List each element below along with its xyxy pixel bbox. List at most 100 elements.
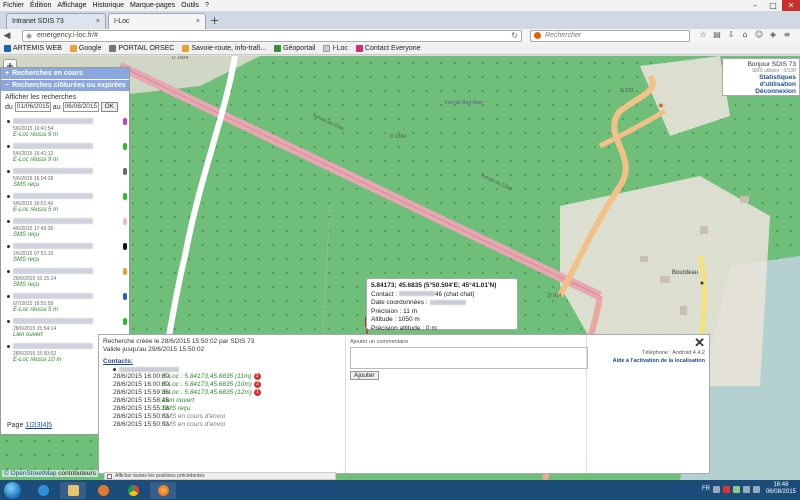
- position-badge[interactable]: 2: [253, 381, 261, 388]
- taskbar-explorer[interactable]: [60, 482, 86, 499]
- result-color-dot: [123, 268, 127, 275]
- help-link[interactable]: Aide à l'activation de la localisation: [593, 357, 705, 365]
- bookmark-portail-orsec[interactable]: PORTAIL ORSEC: [109, 45, 174, 52]
- bookmark-savoie-route[interactable]: Savoie-route, info-trafi...: [182, 45, 266, 52]
- history-row: 28/6/2015 15:58:45 Lien ouvert: [103, 397, 339, 405]
- taskbar-ie[interactable]: [30, 482, 56, 499]
- bookmark-artemis[interactable]: ARTEMIS WEB: [4, 45, 62, 52]
- bullet: [7, 220, 10, 223]
- pocket-icon[interactable]: ◈: [766, 30, 780, 39]
- results-list: 5/6/2015 16:41:54 E-Loc réussi 9 m 5/6/201…: [1, 114, 129, 366]
- tab-close-icon[interactable]: ×: [96, 18, 100, 25]
- close-icon[interactable]: ✕: [694, 335, 705, 351]
- volume-icon[interactable]: [742, 485, 750, 493]
- show-all-positions[interactable]: Afficher toutes les positions précédente…: [104, 472, 336, 480]
- close-window-icon[interactable]: ✕: [782, 0, 800, 11]
- star-icon[interactable]: ☆: [696, 30, 710, 39]
- history-status: E-Loc : 5.84173;45.6835 (10m): [162, 381, 252, 388]
- network-icon[interactable]: [752, 485, 760, 493]
- result-item[interactable]: 29/6/2015 15:15:14 SMS reçu: [7, 268, 127, 291]
- result-item[interactable]: 1/6/2015 07:51:15 SMS reçu: [7, 243, 127, 266]
- taskbar: FR 16:48 06/08/2015: [0, 480, 800, 500]
- logout-link[interactable]: Déconnexion: [726, 88, 796, 95]
- add-comment-button[interactable]: Ajouter: [350, 371, 379, 380]
- result-color-dot: [123, 168, 127, 175]
- bullet: [113, 368, 116, 371]
- bookmark-geoportail[interactable]: Géoportail: [274, 45, 315, 52]
- osm-link[interactable]: © OpenStreetMap: [4, 470, 56, 477]
- bullet: [7, 320, 10, 323]
- taskbar-chrome[interactable]: [120, 482, 146, 499]
- to-date-input[interactable]: 06/08/2015: [62, 102, 99, 112]
- library-icon[interactable]: ▤: [710, 30, 724, 39]
- phone-info: Téléphone : Android 4.4.2: [642, 350, 705, 356]
- svg-text:D 1504: D 1504: [390, 134, 406, 140]
- redacted-name: [13, 343, 93, 349]
- bookmark-iloc[interactable]: I-Loc: [323, 45, 348, 52]
- bookmark-icon: [109, 45, 117, 52]
- from-date-input[interactable]: 01/06/2015: [14, 102, 51, 112]
- tab-intranet[interactable]: Intranet SDIS 73 ×: [6, 13, 106, 29]
- taskbar-media[interactable]: [90, 482, 116, 499]
- result-item[interactable]: 5/6/2015 16:41:54 E-Loc réussi 9 m: [7, 118, 127, 141]
- stats-link[interactable]: Statistiques d'utilisation: [726, 74, 796, 88]
- bookmark-contact-everyone[interactable]: Contact Everyone: [355, 45, 421, 52]
- chat-icon[interactable]: ☺: [752, 30, 766, 39]
- download-icon[interactable]: ⇩: [724, 30, 738, 39]
- back-icon[interactable]: ◀: [0, 31, 14, 41]
- contact-history: 28/6/2015 16:00:00 E-Loc : 5.84173;45.683…: [103, 373, 339, 429]
- history-row: 28/6/2015 15:55:18 SMS reçu: [103, 405, 339, 413]
- new-tab-button[interactable]: +: [210, 14, 219, 27]
- map-attribution: © OpenStreetMap contributeurs: [2, 470, 98, 477]
- maximize-icon[interactable]: □: [764, 0, 782, 11]
- comment-textarea[interactable]: [350, 347, 588, 369]
- language-indicator[interactable]: FR: [702, 486, 710, 492]
- bullet: [7, 195, 10, 198]
- result-item[interactable]: 5/6/2015 16:01:49 E-Loc réussi 5 m: [7, 193, 127, 216]
- tab-iloc[interactable]: I-Loc ×: [108, 13, 206, 29]
- tray-icon[interactable]: [722, 485, 730, 493]
- result-item[interactable]: 6/7/2015 16:52:59 E-Loc réussi 5 m: [7, 293, 127, 316]
- menu-bar: Fichier Édition Affichage Historique Mar…: [0, 0, 800, 11]
- menu-fichier[interactable]: Fichier: [3, 2, 24, 9]
- result-item[interactable]: 5/6/2015 16:04:28 SMS reçu: [7, 168, 127, 191]
- url-bar[interactable]: ◉ emergency.i-loc.fr/# ↻: [22, 30, 522, 42]
- menu-icon[interactable]: ≡: [780, 30, 794, 39]
- page-links[interactable]: 1|2|3|4|5: [25, 422, 52, 429]
- tab-label: I-Loc: [114, 18, 130, 25]
- result-color-dot: [123, 243, 127, 250]
- tray-icon[interactable]: [732, 485, 740, 493]
- checkbox[interactable]: [107, 474, 112, 479]
- menu-edition[interactable]: Édition: [30, 2, 51, 9]
- menu-help[interactable]: ?: [205, 2, 209, 9]
- header-ongoing-searches[interactable]: + Recherches en cours: [1, 68, 129, 80]
- tab-bar: Intranet SDIS 73 × I-Loc × +: [0, 11, 800, 29]
- menu-marque-pages[interactable]: Marque-pages: [130, 2, 175, 9]
- tray-icon[interactable]: [712, 485, 720, 493]
- redacted-name: [13, 118, 93, 124]
- menu-outils[interactable]: Outils: [181, 2, 199, 9]
- position-badge[interactable]: 1: [253, 389, 261, 396]
- tab-close-icon[interactable]: ×: [196, 18, 200, 25]
- bookmark-icon: [323, 45, 331, 52]
- menu-affichage[interactable]: Affichage: [57, 2, 86, 9]
- header-closed-searches[interactable]: − Recherches clôturées ou expirées: [1, 80, 129, 92]
- clock[interactable]: 16:48 06/08/2015: [766, 482, 796, 496]
- ok-button[interactable]: OK: [100, 102, 118, 112]
- start-button[interactable]: [4, 482, 21, 499]
- minimize-icon[interactable]: –: [746, 0, 764, 11]
- result-item[interactable]: 5/6/2015 16:41:12 E-Loc réussi 9 m: [7, 143, 127, 166]
- reload-icon[interactable]: ↻: [511, 31, 518, 41]
- contacts-link[interactable]: Contacts:: [103, 358, 339, 366]
- position-badge[interactable]: 3: [253, 373, 261, 380]
- result-item[interactable]: 4/6/2015 17:49:36 SMS reçu: [7, 218, 127, 241]
- taskbar-firefox[interactable]: [150, 482, 176, 499]
- user-box: Bonjour SDIS 73 SMS utilisés : 0/100 Sta…: [722, 58, 800, 96]
- home-icon[interactable]: ⌂: [738, 30, 752, 39]
- bookmark-google[interactable]: Google: [69, 45, 101, 52]
- redacted-name: [13, 218, 93, 224]
- ie-icon: [37, 485, 49, 496]
- created-info: Recherche créée le 28/6/2015 15:50:02 pa…: [103, 338, 255, 345]
- search-input[interactable]: Rechercher: [530, 30, 690, 42]
- menu-historique[interactable]: Historique: [92, 2, 124, 9]
